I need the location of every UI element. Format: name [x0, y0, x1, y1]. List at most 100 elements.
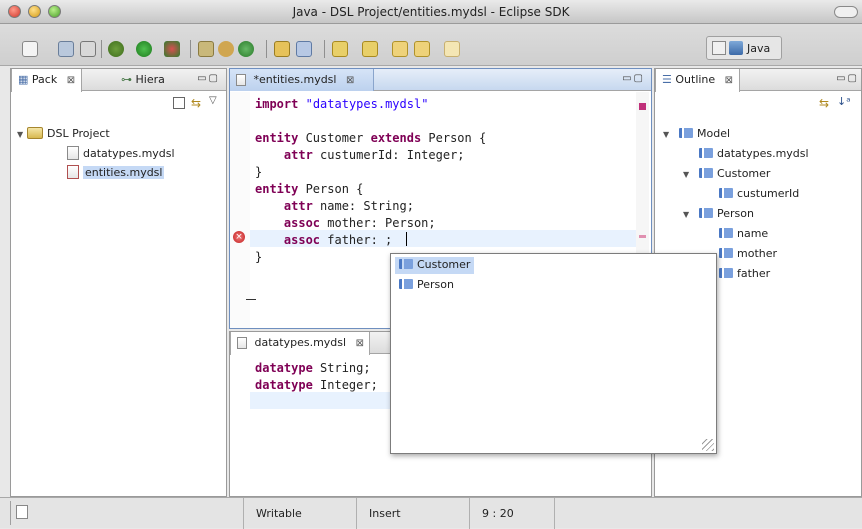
new-java-project-icon[interactable] [198, 41, 214, 57]
project-folder-icon [27, 127, 43, 139]
code-token: name: String; [312, 199, 414, 213]
view-minmax-controls[interactable]: ▭▢ [197, 73, 220, 84]
outline-item[interactable]: father [719, 267, 770, 285]
package-explorer-tabbar: ▦ Pack ⊠ ⊶ Hiera ▭▢ [11, 69, 226, 92]
close-icon[interactable]: ⊠ [356, 338, 364, 349]
print-icon[interactable] [80, 41, 96, 57]
toolbar-separator [101, 40, 102, 58]
collapse-all-icon[interactable] [173, 97, 185, 109]
tab-entities-editor[interactable]: *entities.mydsl ⊠ [230, 69, 374, 91]
run-icon[interactable] [136, 41, 152, 57]
outline-item[interactable]: datatypes.mydsl [699, 147, 809, 165]
tab-outline[interactable]: ☰ Outline ⊠ [655, 69, 741, 92]
outline-item[interactable]: ▼ Customer [683, 167, 770, 185]
editor-text-area[interactable]: datatype String; datatype Integer; [255, 360, 378, 394]
code-token: Person { [421, 131, 487, 145]
new-icon[interactable] [22, 41, 38, 57]
tab-datatypes-label: datatypes.mydsl [254, 336, 347, 349]
last-edit-location-icon[interactable] [392, 41, 408, 57]
status-cursor-position: 9 : 20 [469, 498, 555, 529]
outline-item[interactable]: custumerId [719, 187, 799, 205]
tree-item-label: datatypes.mydsl [83, 147, 175, 160]
expand-triangle-icon[interactable]: ▼ [17, 130, 27, 139]
close-icon[interactable]: ⊠ [67, 75, 75, 86]
toolbar-toggle-button[interactable] [834, 6, 858, 18]
outline-item-label: Model [697, 127, 731, 140]
debug-icon[interactable] [108, 41, 124, 57]
outline-item[interactable]: ▼ Person [683, 207, 754, 225]
perspective-switcher[interactable]: Java [706, 36, 782, 60]
editor-text-area[interactable]: import "datatypes.mydsl" entity Customer … [255, 96, 486, 266]
tree-item-datatypes[interactable]: datatypes.mydsl [67, 146, 175, 164]
outline-item[interactable]: name [719, 227, 768, 245]
fast-view-icon[interactable] [16, 505, 28, 519]
new-package-icon[interactable] [218, 41, 234, 57]
error-marker-icon[interactable]: × [233, 231, 245, 243]
link-with-editor-icon[interactable]: ⇆ [191, 96, 201, 110]
code-token: Customer [298, 131, 371, 145]
resize-grip-icon[interactable] [702, 439, 714, 451]
next-annotation-icon[interactable] [332, 41, 348, 57]
forward-icon[interactable] [444, 41, 460, 57]
element-icon [699, 208, 713, 218]
content-assist-popup: Customer Person [390, 253, 717, 454]
open-type-icon[interactable] [274, 41, 290, 57]
expand-triangle-icon[interactable]: ▼ [683, 170, 699, 179]
element-icon [679, 128, 693, 138]
sort-alphabetically-icon[interactable]: ↓ᵃ [837, 95, 851, 108]
window-titlebar: Java - DSL Project/entities.mydsl - Ecli… [0, 0, 862, 24]
element-icon [699, 168, 713, 178]
code-line: assoc father: ; [255, 232, 486, 249]
editor-minmax-controls[interactable]: ▭▢ [622, 73, 645, 84]
keyword-token: attr [283, 199, 313, 213]
open-perspective-icon[interactable] [712, 41, 726, 55]
outline-item[interactable]: ▼ Model [663, 127, 730, 145]
close-icon[interactable]: ⊠ [346, 75, 354, 86]
previous-annotation-icon[interactable] [362, 41, 378, 57]
close-icon[interactable]: ⊠ [725, 75, 733, 86]
tab-datatypes-editor[interactable]: datatypes.mydsl ⊠ [230, 332, 370, 355]
outline-item-label: father [737, 267, 771, 280]
expand-triangle-icon[interactable]: ▼ [683, 210, 699, 219]
tab-outline-label: Outline [675, 73, 716, 86]
view-menu-icon[interactable]: ▽ [209, 95, 217, 106]
window-title: Java - DSL Project/entities.mydsl - Ecli… [292, 5, 570, 19]
file-icon [236, 74, 246, 86]
outline-item-label: name [737, 227, 769, 240]
keyword-token: entity [255, 182, 299, 196]
package-icon: ▦ [18, 73, 29, 86]
proposal-item[interactable]: Customer [395, 257, 475, 274]
outline-item[interactable]: mother [719, 247, 777, 265]
proposal-item[interactable]: Person [395, 277, 458, 294]
occurrence-overview-icon[interactable] [639, 235, 646, 238]
error-overview-icon[interactable] [639, 103, 646, 110]
search-icon[interactable] [296, 41, 312, 57]
outline-icon: ☰ [662, 73, 672, 86]
keyword-token: import [255, 97, 299, 111]
save-icon[interactable] [58, 41, 74, 57]
tab-package-explorer[interactable]: ▦ Pack ⊠ [11, 69, 83, 92]
element-icon [699, 148, 713, 158]
expand-triangle-icon[interactable]: ▼ [663, 130, 679, 139]
code-line: } [255, 164, 486, 181]
tree-item-label: entities.mydsl [83, 166, 165, 179]
hierarchy-icon: ⊶ [121, 73, 132, 86]
toolbar-separator [266, 40, 267, 58]
tree-item-entities[interactable]: entities.mydsl [67, 165, 165, 183]
outline-item-label: Person [717, 207, 754, 220]
code-token: } [255, 250, 263, 264]
keyword-token: entity [255, 131, 299, 145]
external-tools-icon[interactable] [164, 41, 180, 57]
new-class-icon[interactable] [238, 41, 254, 57]
code-line: datatype String; [255, 360, 378, 377]
view-minmax-controls[interactable]: ▭▢ [836, 73, 859, 84]
link-with-editor-icon[interactable]: ⇆ [819, 96, 829, 110]
status-bar: Writable Insert 9 : 20 [0, 497, 862, 529]
back-icon[interactable] [414, 41, 430, 57]
outline-item-label: Customer [717, 167, 771, 180]
tab-hierarchy[interactable]: ⊶ Hiera [115, 69, 171, 91]
code-token: father: ; [320, 233, 393, 247]
tree-item-project[interactable]: ▼ DSL Project [17, 127, 110, 145]
